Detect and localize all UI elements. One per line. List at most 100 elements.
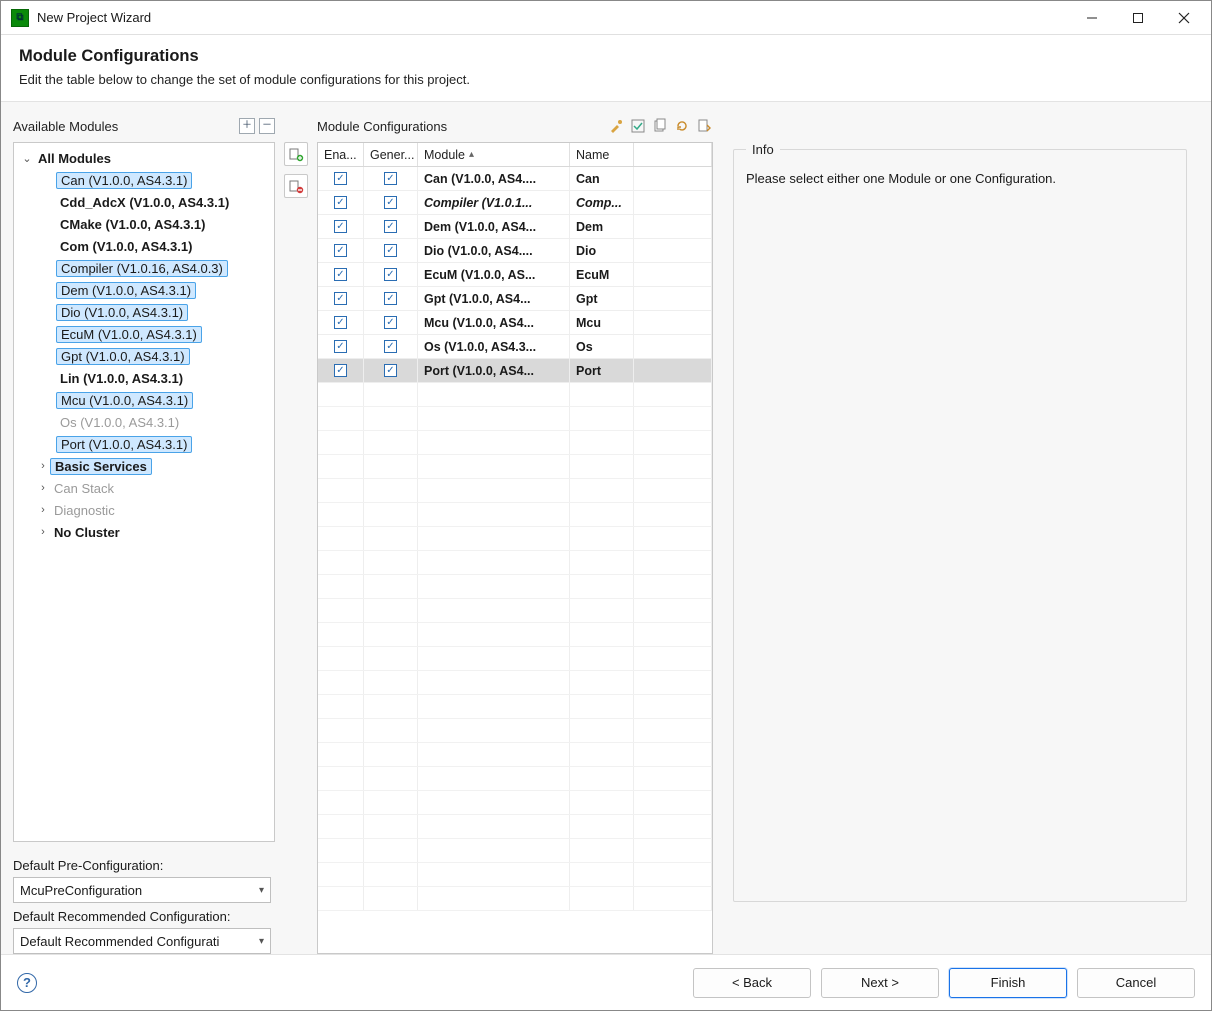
finish-button[interactable]: Finish — [949, 968, 1067, 998]
tree-item[interactable]: Dio (V1.0.0, AS4.3.1) — [14, 301, 274, 323]
tree-item-label: Port (V1.0.0, AS4.3.1) — [56, 436, 192, 453]
cell-enable[interactable] — [318, 335, 364, 358]
table-row[interactable]: Dio (V1.0.0, AS4....Dio — [318, 239, 712, 263]
module-tree[interactable]: ⌄All ModulesCan (V1.0.0, AS4.3.1)Cdd_Adc… — [13, 142, 275, 842]
checkbox-checked-icon — [384, 172, 397, 185]
table-row[interactable]: EcuM (V1.0.0, AS...EcuM — [318, 263, 712, 287]
tree-item[interactable]: Lin (V1.0.0, AS4.3.1) — [14, 367, 274, 389]
table-row-empty — [318, 551, 712, 575]
table-row-empty — [318, 719, 712, 743]
tree-item[interactable]: Os (V1.0.0, AS4.3.1) — [14, 411, 274, 433]
tree-item-label: Compiler (V1.0.16, AS4.0.3) — [56, 260, 228, 277]
available-modules-header: Available Modules ＋ － — [13, 114, 275, 138]
cell-enable[interactable] — [318, 167, 364, 190]
cell-generate[interactable] — [364, 239, 418, 262]
expand-all-button[interactable]: ＋ — [239, 118, 255, 134]
table-row[interactable]: Dem (V1.0.0, AS4...Dem — [318, 215, 712, 239]
tree-item[interactable]: CMake (V1.0.0, AS4.3.1) — [14, 213, 274, 235]
checkbox-checked-icon — [384, 220, 397, 233]
available-modules-panel: Available Modules ＋ － ⌄All ModulesCan (V… — [13, 114, 275, 954]
toolbar-refresh-button[interactable] — [673, 117, 691, 135]
help-button[interactable]: ? — [17, 973, 37, 993]
minimize-button[interactable] — [1069, 2, 1115, 34]
table-row[interactable]: Gpt (V1.0.0, AS4...Gpt — [318, 287, 712, 311]
cancel-button[interactable]: Cancel — [1077, 968, 1195, 998]
cell-module: Can (V1.0.0, AS4.... — [418, 167, 570, 190]
toolbar-edit-button[interactable] — [607, 117, 625, 135]
table-body[interactable]: Can (V1.0.0, AS4....CanCompiler (V1.0.1.… — [318, 167, 712, 953]
cell-module: Port (V1.0.0, AS4... — [418, 359, 570, 382]
cell-enable[interactable] — [318, 191, 364, 214]
cell-name: Port — [570, 359, 634, 382]
available-modules-label: Available Modules — [13, 119, 118, 134]
table-row[interactable]: Compiler (V1.0.1...Comp... — [318, 191, 712, 215]
table-header: Ena... Gener... Module▴ Name — [318, 143, 712, 167]
pre-config-combo[interactable]: McuPreConfiguration ▾ — [13, 877, 271, 903]
page-title: Module Configurations — [19, 47, 1193, 66]
tree-item[interactable]: Port (V1.0.0, AS4.3.1) — [14, 433, 274, 455]
cell-generate[interactable] — [364, 311, 418, 334]
cell-spacer — [634, 215, 712, 238]
table-row[interactable]: Os (V1.0.0, AS4.3...Os — [318, 335, 712, 359]
close-button[interactable] — [1161, 2, 1207, 34]
rec-config-value: Default Recommended Configurati — [20, 934, 219, 949]
collapse-all-button[interactable]: － — [259, 118, 275, 134]
table-row-empty — [318, 527, 712, 551]
toolbar-check-button[interactable] — [629, 117, 647, 135]
cell-enable[interactable] — [318, 311, 364, 334]
cell-generate[interactable] — [364, 263, 418, 286]
tree-item[interactable]: Gpt (V1.0.0, AS4.3.1) — [14, 345, 274, 367]
tree-item[interactable]: Compiler (V1.0.16, AS4.0.3) — [14, 257, 274, 279]
cell-generate[interactable] — [364, 167, 418, 190]
caret-right-icon: › — [36, 482, 50, 494]
remove-config-button[interactable] — [284, 174, 308, 198]
tree-item[interactable]: Dem (V1.0.0, AS4.3.1) — [14, 279, 274, 301]
cell-name: EcuM — [570, 263, 634, 286]
cell-generate[interactable] — [364, 335, 418, 358]
tree-item[interactable]: EcuM (V1.0.0, AS4.3.1) — [14, 323, 274, 345]
cell-enable[interactable] — [318, 287, 364, 310]
cell-enable[interactable] — [318, 239, 364, 262]
cell-generate[interactable] — [364, 287, 418, 310]
maximize-button[interactable] — [1115, 2, 1161, 34]
back-button[interactable]: < Back — [693, 968, 811, 998]
module-config-panel: Module Configurations Ena... Gener... Mo… — [317, 114, 713, 954]
tree-group[interactable]: ›No Cluster — [14, 521, 274, 543]
cell-name: Mcu — [570, 311, 634, 334]
tree-group-label: Can Stack — [50, 481, 118, 496]
tree-item[interactable]: Com (V1.0.0, AS4.3.1) — [14, 235, 274, 257]
cell-enable[interactable] — [318, 359, 364, 382]
next-button[interactable]: Next > — [821, 968, 939, 998]
table-row-empty — [318, 815, 712, 839]
cell-spacer — [634, 335, 712, 358]
tree-item[interactable]: Can (V1.0.0, AS4.3.1) — [14, 169, 274, 191]
col-header-name[interactable]: Name — [570, 143, 634, 166]
add-config-button[interactable] — [284, 142, 308, 166]
tree-item[interactable]: Cdd_AdcX (V1.0.0, AS4.3.1) — [14, 191, 274, 213]
cell-generate[interactable] — [364, 191, 418, 214]
cell-enable[interactable] — [318, 215, 364, 238]
col-header-generate[interactable]: Gener... — [364, 143, 418, 166]
table-row[interactable]: Port (V1.0.0, AS4...Port — [318, 359, 712, 383]
rec-config-combo[interactable]: Default Recommended Configurati ▾ — [13, 928, 271, 954]
tree-group[interactable]: ›Diagnostic — [14, 499, 274, 521]
table-row[interactable]: Mcu (V1.0.0, AS4...Mcu — [318, 311, 712, 335]
sort-asc-icon: ▴ — [469, 149, 474, 160]
checkbox-checked-icon — [334, 292, 347, 305]
tree-item[interactable]: Mcu (V1.0.0, AS4.3.1) — [14, 389, 274, 411]
col-header-module[interactable]: Module▴ — [418, 143, 570, 166]
tree-group[interactable]: ›Can Stack — [14, 477, 274, 499]
cell-generate[interactable] — [364, 215, 418, 238]
table-row[interactable]: Can (V1.0.0, AS4....Can — [318, 167, 712, 191]
tree-group[interactable]: ›Basic Services — [14, 455, 274, 477]
tree-item-label: Lin (V1.0.0, AS4.3.1) — [56, 371, 187, 386]
col-header-enable[interactable]: Ena... — [318, 143, 364, 166]
toolbar-import-button[interactable] — [695, 117, 713, 135]
tree-root[interactable]: ⌄All Modules — [14, 147, 274, 169]
cell-spacer — [634, 239, 712, 262]
toolbar-copy-button[interactable] — [651, 117, 669, 135]
cell-generate[interactable] — [364, 359, 418, 382]
caret-down-icon: ⌄ — [20, 152, 34, 165]
cell-enable[interactable] — [318, 263, 364, 286]
tree-item-label: Dio (V1.0.0, AS4.3.1) — [56, 304, 188, 321]
